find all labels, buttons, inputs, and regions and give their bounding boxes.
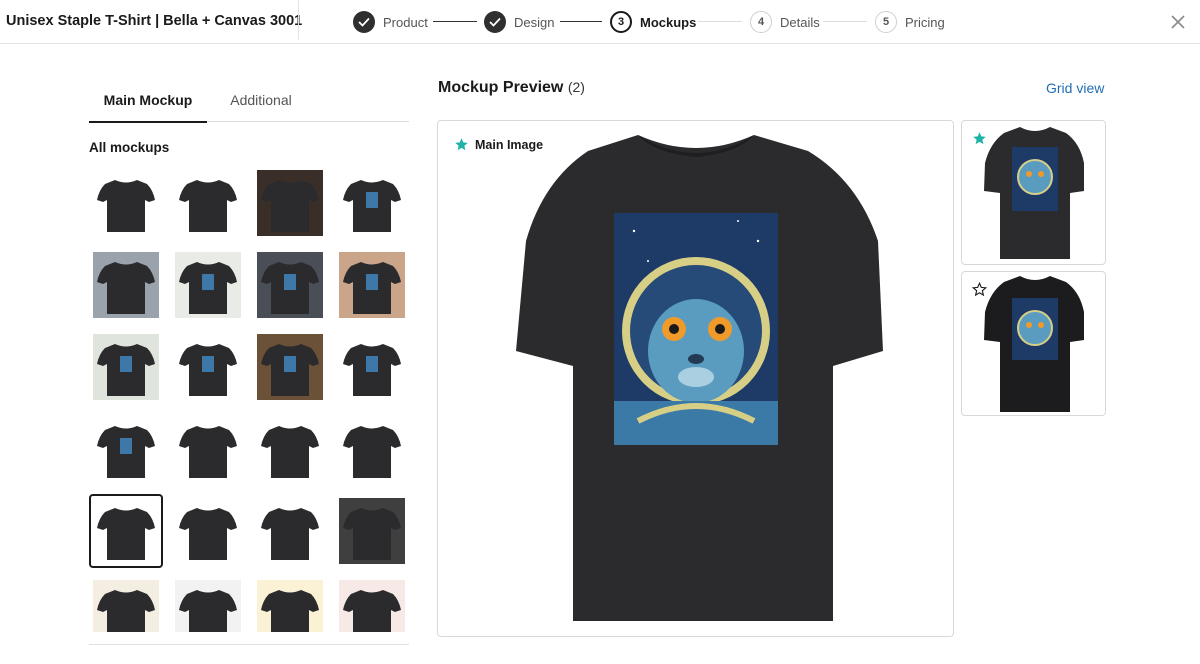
- mockup-image: [175, 334, 241, 400]
- step-connector: [560, 21, 602, 22]
- preview-thumbnail-1[interactable]: [961, 120, 1106, 265]
- mockup-image: [257, 334, 323, 400]
- step-number: 4: [750, 11, 772, 33]
- mockup-thumbnail[interactable]: [253, 576, 327, 632]
- tab-main-mockup[interactable]: Main Mockup: [89, 88, 207, 123]
- mockup-thumbnail[interactable]: [171, 576, 245, 632]
- mockup-image: [339, 170, 405, 236]
- mockup-image: [93, 580, 159, 632]
- mockup-image: [175, 252, 241, 318]
- mockup-image: [257, 252, 323, 318]
- mockup-thumbnail[interactable]: [253, 412, 327, 486]
- close-button[interactable]: [1168, 12, 1188, 32]
- mockup-image: [339, 252, 405, 318]
- step-pricing[interactable]: 5 Pricing: [875, 10, 945, 34]
- mockup-thumbnail[interactable]: [253, 166, 327, 240]
- step-number: 3: [610, 11, 632, 33]
- step-connector: [823, 21, 867, 22]
- mockup-thumbnail[interactable]: [89, 412, 163, 486]
- header-divider: [298, 0, 299, 40]
- step-label: Design: [514, 14, 555, 30]
- preview-title-text: Mockup Preview: [438, 79, 564, 96]
- mockup-image: [339, 498, 405, 564]
- step-number: 5: [875, 11, 897, 33]
- mockup-image: [339, 580, 405, 632]
- grid-view-link[interactable]: Grid view: [1046, 80, 1104, 96]
- star-outline-icon[interactable]: [972, 282, 987, 297]
- mockup-thumbnail[interactable]: [335, 330, 409, 404]
- mockup-image: [339, 334, 405, 400]
- step-connector: [698, 21, 742, 22]
- tshirt-mockup-image: [516, 135, 883, 621]
- step-design[interactable]: Design: [484, 10, 554, 34]
- mockup-tabs: Main Mockup Additional: [89, 88, 409, 123]
- check-icon: [484, 11, 506, 33]
- mockup-thumbnail[interactable]: [171, 330, 245, 404]
- mockup-image: [175, 498, 241, 564]
- mockup-grid: [89, 166, 409, 632]
- step-label: Pricing: [905, 14, 945, 30]
- preview-thumbnail-2[interactable]: [961, 271, 1106, 416]
- step-product[interactable]: Product: [353, 10, 428, 34]
- mockup-image: [257, 580, 323, 632]
- star-filled-icon[interactable]: [972, 131, 987, 146]
- mockup-thumbnail[interactable]: [89, 248, 163, 322]
- mockup-image: [93, 498, 159, 564]
- mockup-thumbnail[interactable]: [89, 494, 163, 568]
- mockup-thumbnail[interactable]: [171, 494, 245, 568]
- mockup-image: [175, 580, 241, 632]
- step-mockups[interactable]: 3 Mockups: [610, 10, 696, 34]
- mockup-thumbnail[interactable]: [253, 248, 327, 322]
- mockup-image: [175, 416, 241, 482]
- step-label: Product: [383, 14, 428, 30]
- main-mockup-preview: Main Image: [437, 120, 954, 637]
- preview-count: (2): [567, 79, 585, 95]
- mockup-image: [93, 170, 159, 236]
- grid-divider: [89, 644, 409, 645]
- tab-additional[interactable]: Additional: [217, 88, 305, 122]
- mockup-image: [257, 416, 323, 482]
- mockup-thumbnail[interactable]: [335, 494, 409, 568]
- mockup-thumbnail[interactable]: [335, 166, 409, 240]
- mockup-thumbnail[interactable]: [171, 248, 245, 322]
- mockup-thumbnail[interactable]: [89, 330, 163, 404]
- mockup-thumbnail[interactable]: [335, 412, 409, 486]
- check-icon: [353, 11, 375, 33]
- mockup-image: [257, 170, 323, 236]
- mockup-thumbnail[interactable]: [171, 412, 245, 486]
- mockup-image: [339, 416, 405, 482]
- all-mockups-heading: All mockups: [89, 140, 170, 155]
- mockup-image: [93, 334, 159, 400]
- mockup-image: [93, 252, 159, 318]
- step-label: Details: [780, 14, 820, 30]
- product-title: Unisex Staple T-Shirt | Bella + Canvas 3…: [6, 13, 303, 29]
- close-icon: [1171, 15, 1185, 29]
- top-bar: Unisex Staple T-Shirt | Bella + Canvas 3…: [0, 0, 1200, 44]
- mockup-image: [257, 498, 323, 564]
- step-connector: [433, 21, 477, 22]
- mockup-thumbnail[interactable]: [89, 576, 163, 632]
- mockup-thumbnail[interactable]: [253, 494, 327, 568]
- preview-title: Mockup Preview (2): [438, 79, 585, 97]
- mockup-thumbnail[interactable]: [335, 248, 409, 322]
- step-details[interactable]: 4 Details: [750, 10, 820, 34]
- step-label: Mockups: [640, 14, 697, 30]
- mockup-thumbnail[interactable]: [89, 166, 163, 240]
- mockup-image: [93, 416, 159, 482]
- mockup-image: [175, 170, 241, 236]
- mockup-thumbnail[interactable]: [253, 330, 327, 404]
- mockup-thumbnail[interactable]: [171, 166, 245, 240]
- mockup-thumbnail[interactable]: [335, 576, 409, 632]
